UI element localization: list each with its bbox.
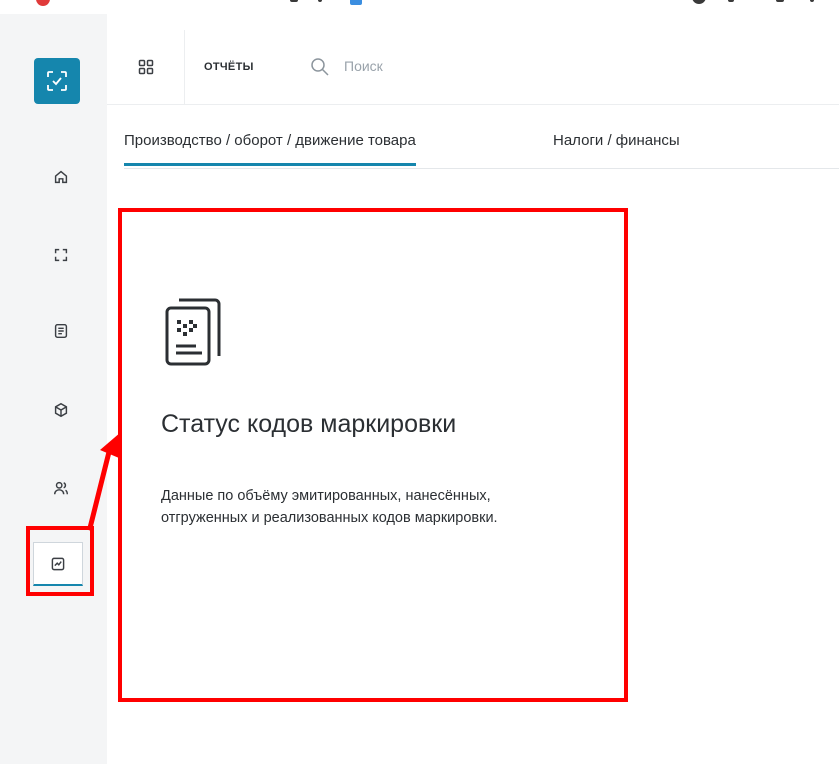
sidebar-item-products[interactable] [50, 399, 72, 421]
apps-menu-button[interactable] [107, 30, 185, 104]
browser-close-dot [36, 0, 50, 6]
tab-taxes-finance[interactable]: Налоги / финансы [553, 132, 680, 163]
top-header: ОТЧЁТЫ [107, 30, 839, 105]
browser-text-mark [810, 0, 814, 2]
sidebar-item-home[interactable] [50, 166, 72, 188]
report-category-tabs: Производство / оборот / движение товара … [124, 128, 839, 169]
sidebar [0, 14, 107, 764]
logo-icon [47, 71, 67, 91]
section-title: ОТЧЁТЫ [204, 61, 254, 73]
browser-tab-mark [290, 0, 298, 2]
browser-text-mark [728, 0, 734, 2]
browser-profile-icon [692, 0, 706, 4]
tab-production-turnover[interactable]: Производство / оборот / движение товара [124, 132, 416, 166]
search-input[interactable] [344, 58, 604, 74]
users-icon [53, 481, 69, 495]
browser-top-strip [0, 0, 839, 14]
browser-tab-favicon [350, 0, 362, 5]
sidebar-item-documents[interactable] [50, 320, 72, 342]
browser-text-mark [776, 0, 784, 2]
annotation-highlight-sidebar-item [26, 526, 94, 596]
browser-tab-mark [318, 0, 322, 2]
sidebar-item-participants[interactable] [50, 477, 72, 499]
annotation-highlight-card [118, 208, 628, 702]
box-icon [54, 402, 68, 418]
app-logo[interactable] [34, 58, 80, 104]
grid-icon [138, 59, 153, 75]
sidebar-item-scan[interactable] [50, 244, 72, 266]
home-icon [54, 170, 68, 184]
document-icon [54, 323, 68, 339]
scan-icon [54, 248, 68, 262]
search-icon[interactable] [310, 57, 330, 77]
